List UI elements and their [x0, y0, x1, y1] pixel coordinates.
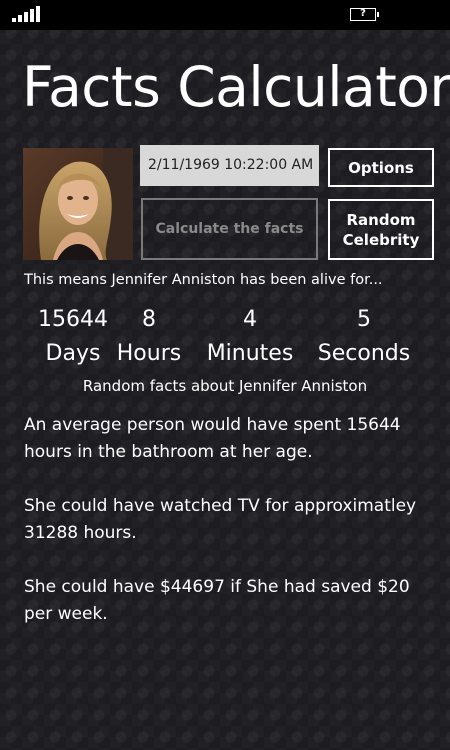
- hours-counter: 8 Hours: [115, 306, 183, 368]
- options-button[interactable]: Options: [328, 148, 434, 187]
- days-unit: Days: [45, 341, 101, 366]
- celebrity-photo: [23, 148, 133, 260]
- minutes-value: 4: [243, 307, 257, 332]
- signal-strength-icon: [12, 6, 42, 22]
- fact-item: She could have $44697 if She had saved $…: [24, 577, 410, 624]
- battery-icon: ?: [350, 8, 376, 21]
- days-value: 15644: [38, 307, 108, 332]
- battery-tip: [377, 12, 379, 17]
- fact-item: She could have watched TV for approximat…: [24, 496, 417, 543]
- seconds-unit: Seconds: [317, 341, 411, 366]
- birth-datetime-field[interactable]: 2/11/1969 10:22:00 AM: [140, 145, 319, 186]
- hours-value: 8: [142, 307, 156, 332]
- seconds-value: 5: [357, 307, 371, 332]
- celebrity-portrait-image: [23, 148, 133, 260]
- random-celebrity-button[interactable]: Random Celebrity: [328, 199, 434, 260]
- page-title: Facts Calculator: [22, 55, 450, 119]
- days-counter: 15644 Days: [38, 306, 108, 368]
- status-bar: ?: [0, 0, 450, 30]
- minutes-counter: 4 Minutes: [204, 306, 296, 368]
- facts-heading: Random facts about Jennifer Anniston: [82, 377, 368, 395]
- random-celebrity-label-line2: Celebrity: [342, 230, 420, 249]
- alive-duration-text: This means Jennifer Anniston has been al…: [24, 272, 383, 288]
- minutes-unit: Minutes: [206, 341, 294, 366]
- calculate-facts-button[interactable]: Calculate the facts: [141, 198, 318, 260]
- random-celebrity-label-line1: Random: [346, 210, 416, 229]
- fact-item: An average person would have spent 15644…: [24, 415, 401, 462]
- seconds-counter: 5 Seconds: [316, 306, 412, 368]
- hours-unit: Hours: [116, 341, 182, 366]
